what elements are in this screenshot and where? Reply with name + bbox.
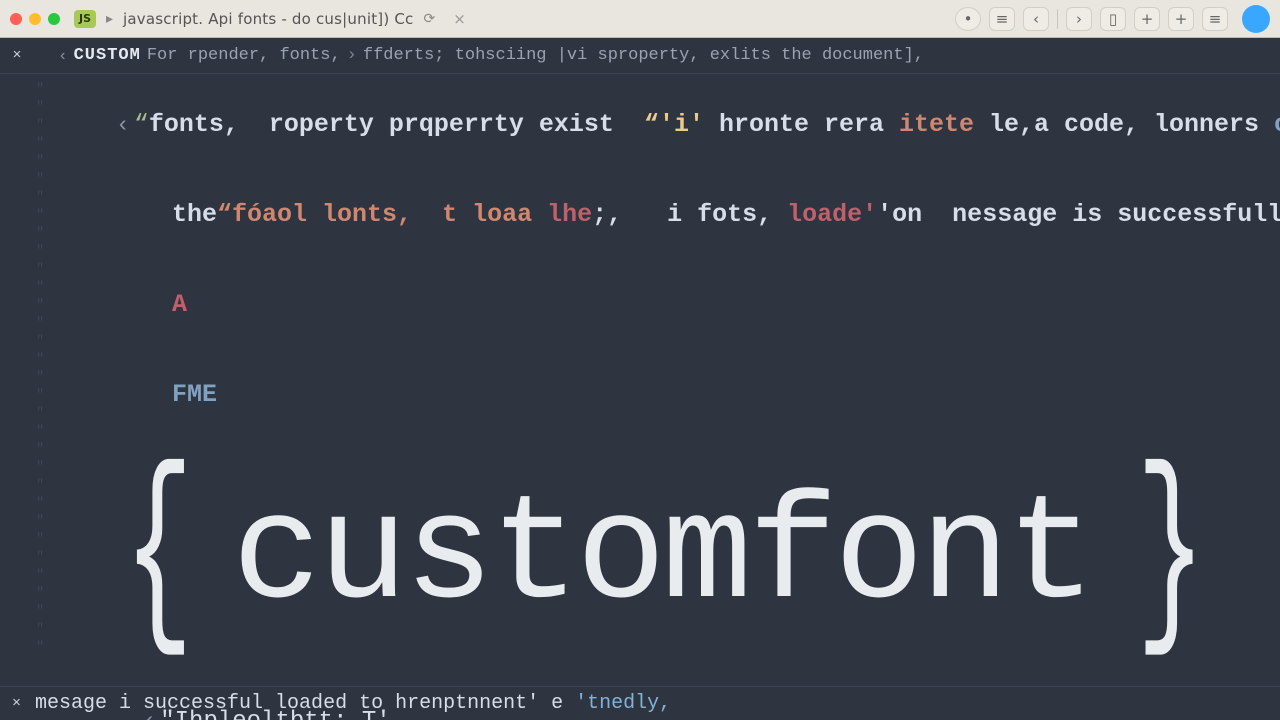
hamburger-button[interactable]: ≡ xyxy=(1202,7,1228,31)
tab-more-icon[interactable]: ⟳ xyxy=(423,11,435,27)
code-token: loade' xyxy=(787,200,877,229)
code-token: le,a code, lonners xyxy=(974,110,1274,139)
code-line[interactable]: ‹ "Ihpleoltbtt: T' xyxy=(56,680,1272,720)
breadcrumb-close-button[interactable]: × xyxy=(10,47,24,64)
code-token: "Ihpleoltbtt: T' xyxy=(160,708,390,720)
zoom-window-button[interactable] xyxy=(48,13,60,25)
code-line[interactable]: A xyxy=(56,260,1272,350)
code-token: fonts, roperty prqperrty exist xyxy=(149,110,644,139)
code-line[interactable]: ‹“fonts, roperty prqperrty exist “'i' hr… xyxy=(56,80,1272,170)
toolbar-menu-button[interactable]: ≡ xyxy=(989,7,1015,31)
font-preview-word: customfont xyxy=(232,482,1092,632)
panel-toggle-button[interactable]: ▯ xyxy=(1100,7,1126,31)
chevron-right-icon: › xyxy=(347,46,357,65)
code-token: lhe xyxy=(547,200,592,229)
breadcrumb: × ‹ CUSTOM For rpender, fonts, › ffderts… xyxy=(0,38,1280,74)
breadcrumb-root[interactable]: CUSTOM xyxy=(74,46,141,65)
traffic-lights xyxy=(10,13,60,25)
tab-dropdown-icon[interactable]: ▸ xyxy=(106,11,113,27)
fold-caret-icon[interactable]: ‹ xyxy=(116,112,130,138)
close-window-button[interactable] xyxy=(10,13,22,25)
window-titlebar: JS ▸ javascript. Api fonts - do cus|unit… xyxy=(0,0,1280,38)
code-token: ;, i fots, xyxy=(592,200,787,229)
nav-back-button[interactable]: ‹ xyxy=(1023,7,1049,31)
code-token: the xyxy=(172,200,217,229)
toolbar-dot-button[interactable]: • xyxy=(955,7,981,31)
breadcrumb-back-icon[interactable]: ‹ xyxy=(58,47,68,65)
code-token: ovkethaet xyxy=(1274,110,1280,139)
nav-forward-button[interactable]: › xyxy=(1066,7,1092,31)
code-line[interactable]: the“fóaol lonts, t loaa lhe;, i fots, lo… xyxy=(56,170,1272,260)
tab-close-button[interactable]: × xyxy=(453,10,466,28)
status-close-button[interactable]: × xyxy=(12,695,21,712)
tab-title[interactable]: javascript. Api fonts - do cus|unit]) Cc xyxy=(123,10,413,28)
filetype-badge-icon: JS xyxy=(74,10,96,28)
code-content[interactable]: ‹“fonts, roperty prqperrty exist “'i' hr… xyxy=(56,78,1272,720)
line-gutter: """ """ """ """ """ """ """ """ """ """ … xyxy=(0,74,54,686)
code-token: 'on nessage is successfully, ., xyxy=(877,200,1280,229)
code-token: “ xyxy=(134,110,149,139)
breadcrumb-seg[interactable]: For rpender, fonts, xyxy=(147,46,341,65)
code-token: “fóaol lonts, t loaa xyxy=(217,200,547,229)
code-token: FME xyxy=(172,380,217,409)
fold-caret-icon[interactable]: ‹ xyxy=(142,708,156,720)
code-token: “'i' xyxy=(644,110,704,139)
brace-right-icon: } xyxy=(1136,478,1200,636)
new-tab-button[interactable]: + xyxy=(1134,7,1160,31)
font-preview-hero: { customfont } xyxy=(98,478,1272,636)
code-line[interactable]: FME xyxy=(56,350,1272,440)
breadcrumb-tail: ffderts; tohsciing |vi sproperty, exlits… xyxy=(363,46,924,65)
minimize-window-button[interactable] xyxy=(29,13,41,25)
code-token: itete xyxy=(899,110,974,139)
code-token: hronte rera xyxy=(704,110,899,139)
code-editor[interactable]: """ """ """ """ """ """ """ """ """ """ … xyxy=(0,74,1280,686)
toolbar-separator xyxy=(1057,9,1058,29)
code-token: A xyxy=(172,290,187,319)
brace-left-icon: { xyxy=(124,478,188,636)
new-window-button[interactable]: + xyxy=(1168,7,1194,31)
profile-avatar-icon[interactable] xyxy=(1242,5,1270,33)
